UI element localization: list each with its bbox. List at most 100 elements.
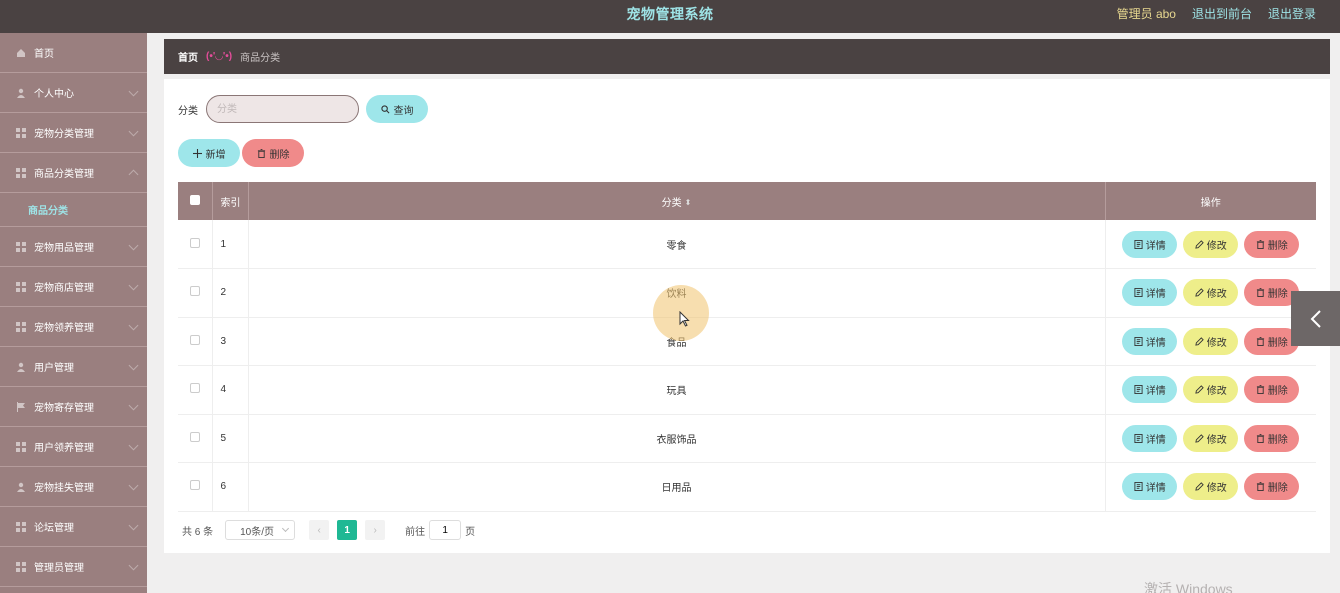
next-page-button[interactable]: › <box>365 520 386 540</box>
row-checkbox[interactable] <box>189 334 200 345</box>
column-header-category[interactable]: 分类 ⬍ <box>248 182 1106 220</box>
sidebar-item-home[interactable]: 首页 <box>0 33 147 73</box>
sidebar-item-pet-shop[interactable]: 宠物商店管理 <box>0 267 147 307</box>
sidebar-item-pet-boarding[interactable]: 宠物寄存管理 <box>0 387 147 427</box>
sidebar-item-pet-lost[interactable]: 宠物挂失管理 <box>0 467 147 507</box>
row-checkbox[interactable] <box>189 431 200 442</box>
table-row[interactable]: 1 零食 详情 修改 删除 <box>178 220 1316 269</box>
side-panel-toggle[interactable] <box>1291 291 1340 346</box>
table-row[interactable]: 5 衣服饰品 详情 修改 删除 <box>178 414 1316 463</box>
delete-button[interactable]: 删除 <box>1244 473 1300 501</box>
select-all-checkbox[interactable] <box>189 194 200 205</box>
batch-delete-button[interactable]: 删除 <box>242 139 304 167</box>
row-actions: 详情 修改 删除 <box>1105 268 1316 318</box>
sidebar-item-profile[interactable]: 个人中心 <box>0 73 147 113</box>
row-index: 1 <box>212 220 249 269</box>
detail-button[interactable]: 详情 <box>1122 473 1178 501</box>
sidebar-item-pet-adoption[interactable]: 宠物领养管理 <box>0 307 147 347</box>
row-select-cell[interactable] <box>178 220 213 269</box>
sidebar: 首页 个人中心 宠物分类管理 商品分类管理 商品分类 宠物用品管理 宠物商店管理… <box>0 33 147 593</box>
document-icon <box>1134 239 1143 249</box>
grid-icon <box>16 281 26 292</box>
table-row[interactable]: 3 食品 详情 修改 删除 <box>178 317 1316 366</box>
chevron-down-icon <box>128 86 139 97</box>
sidebar-item-admins[interactable]: 管理员管理 <box>0 547 147 587</box>
page-size-select[interactable]: 10条/页 <box>225 520 296 540</box>
pencil-icon <box>1195 337 1204 346</box>
row-actions: 详情 修改 删除 <box>1105 365 1316 415</box>
delete-button[interactable]: 删除 <box>1244 230 1300 258</box>
row-checkbox[interactable] <box>189 237 200 248</box>
row-index: 5 <box>212 414 249 463</box>
chevron-down-icon <box>128 360 139 371</box>
current-page[interactable]: 1 <box>337 520 358 540</box>
edit-button[interactable]: 修改 <box>1183 376 1239 404</box>
sidebar-item-user-adoption[interactable]: 用户领养管理 <box>0 427 147 467</box>
chevron-down-icon <box>128 280 139 291</box>
logout-link[interactable]: 退出登录 <box>1268 5 1316 22</box>
edit-button[interactable]: 修改 <box>1183 279 1239 307</box>
edit-button-label: 修改 <box>1206 289 1227 301</box>
sidebar-subitem-goods-category[interactable]: 商品分类 <box>0 193 147 227</box>
edit-button-label: 修改 <box>1206 483 1227 495</box>
pagination: 共 6 条 10条/页 ‹ 1 › 前往 页 <box>182 520 475 540</box>
table-row[interactable]: 4 玩具 详情 修改 删除 <box>178 365 1316 415</box>
category-search-input[interactable] <box>206 95 359 123</box>
row-checkbox[interactable] <box>189 383 200 394</box>
delete-button[interactable]: 删除 <box>1244 424 1300 452</box>
breadcrumb: 首页 (•'◡'•) 商品分类 <box>164 39 1330 74</box>
edit-button[interactable]: 修改 <box>1183 327 1239 355</box>
sidebar-item-pet-category[interactable]: 宠物分类管理 <box>0 113 147 153</box>
detail-button[interactable]: 详情 <box>1122 376 1178 404</box>
row-checkbox[interactable] <box>189 286 200 297</box>
delete-button-label: 删除 <box>1267 483 1288 495</box>
select-all-cell[interactable] <box>178 182 213 220</box>
sidebar-item-label: 个人中心 <box>34 89 74 100</box>
sidebar-item-label: 宠物挂失管理 <box>34 483 94 494</box>
detail-button[interactable]: 详情 <box>1122 279 1178 307</box>
top-header: 宠物管理系统 管理员 abo 退出到前台 退出登录 <box>0 0 1340 33</box>
row-index: 6 <box>212 462 249 512</box>
header-actions: 管理员 abo 退出到前台 退出登录 <box>1117 5 1316 22</box>
row-checkbox[interactable] <box>189 480 200 491</box>
edit-button[interactable]: 修改 <box>1183 424 1239 452</box>
row-select-cell[interactable] <box>178 317 213 366</box>
table-row[interactable]: 2 饮料 详情 修改 删除 <box>178 268 1316 318</box>
sidebar-item-label: 宠物用品管理 <box>34 243 94 254</box>
breadcrumb-home[interactable]: 首页 <box>178 49 198 64</box>
edit-button[interactable]: 修改 <box>1183 230 1239 258</box>
detail-button-label: 详情 <box>1145 386 1166 398</box>
row-select-cell[interactable] <box>178 414 213 463</box>
chevron-down-icon <box>128 126 139 137</box>
detail-button[interactable]: 详情 <box>1122 424 1178 452</box>
chevron-down-icon <box>128 560 139 571</box>
row-select-cell[interactable] <box>178 365 213 415</box>
row-category: 衣服饰品 <box>248 414 1106 463</box>
goto-page-input[interactable] <box>429 520 462 540</box>
row-index: 3 <box>212 317 249 366</box>
sidebar-item-users[interactable]: 用户管理 <box>0 347 147 387</box>
row-category: 食品 <box>248 317 1106 366</box>
chevron-down-icon <box>128 240 139 251</box>
row-select-cell[interactable] <box>178 268 213 318</box>
sidebar-item-label: 宠物寄存管理 <box>34 403 94 414</box>
sort-icon[interactable]: ⬍ <box>685 198 692 207</box>
delete-button[interactable]: 删除 <box>1244 376 1300 404</box>
row-category: 饮料 <box>248 268 1106 318</box>
add-button[interactable]: 新增 <box>178 139 240 167</box>
prev-page-button[interactable]: ‹ <box>309 520 330 540</box>
detail-button[interactable]: 详情 <box>1122 327 1178 355</box>
exit-to-front-link[interactable]: 退出到前台 <box>1192 5 1252 22</box>
sidebar-item-goods-category[interactable]: 商品分类管理 <box>0 153 147 193</box>
row-select-cell[interactable] <box>178 462 213 512</box>
table-row[interactable]: 6 日用品 详情 修改 删除 <box>178 462 1316 512</box>
table-body: 1 零食 详情 修改 删除 2 饮料 详情 修改 删除 3 食品 详情 修改 删除 4 玩具 详情 修改 删除 5 衣服饰… <box>178 220 1316 512</box>
sidebar-item-pet-supplies[interactable]: 宠物用品管理 <box>0 227 147 267</box>
detail-button[interactable]: 详情 <box>1122 230 1178 258</box>
user-icon <box>16 362 26 372</box>
query-button[interactable]: 查询 <box>366 95 428 123</box>
trash-icon <box>1256 385 1264 395</box>
sidebar-item-forum[interactable]: 论坛管理 <box>0 507 147 547</box>
edit-button[interactable]: 修改 <box>1183 473 1239 501</box>
breadcrumb-separator: (•'◡'•) <box>206 51 233 62</box>
